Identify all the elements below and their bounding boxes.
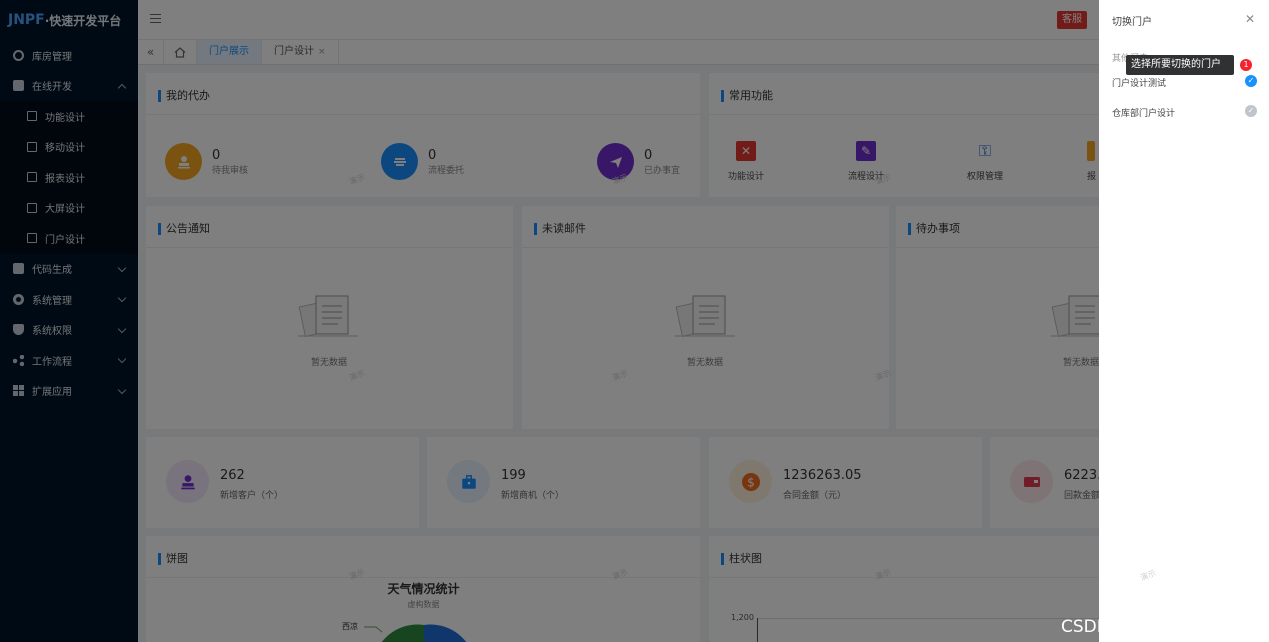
check-selected-icon: ✓	[1245, 75, 1257, 87]
close-icon[interactable]: ✕	[1245, 12, 1255, 26]
portal-label: 门户设计测试	[1112, 79, 1167, 89]
check-unselected-icon: ✓	[1245, 105, 1257, 117]
drawer-title: 切换门户	[1112, 17, 1152, 28]
demo-watermark: 演示	[1138, 568, 1158, 583]
app-root: JNPF·快速开发平台 库房管理 在线开发 功能设计 移动设计 报表设计	[0, 0, 1269, 642]
portal-item-warehouse[interactable]: 仓库部门户设计	[1112, 106, 1175, 119]
step-badge: 1	[1240, 59, 1252, 71]
portal-item-design-test[interactable]: 门户设计测试	[1112, 76, 1166, 89]
tooltip: 选择所要切换的门户	[1126, 55, 1234, 75]
portal-label: 仓库部门户设计	[1112, 109, 1176, 119]
modal-mask[interactable]	[0, 0, 1099, 642]
csdn-watermark: CSDN @小狗科幻围观	[1061, 617, 1234, 637]
switch-portal-drawer: 切换门户 ✕ 其他门户 门户设计测试 ✓ 仓库部门户设计 ✓ 演示	[1099, 0, 1269, 642]
